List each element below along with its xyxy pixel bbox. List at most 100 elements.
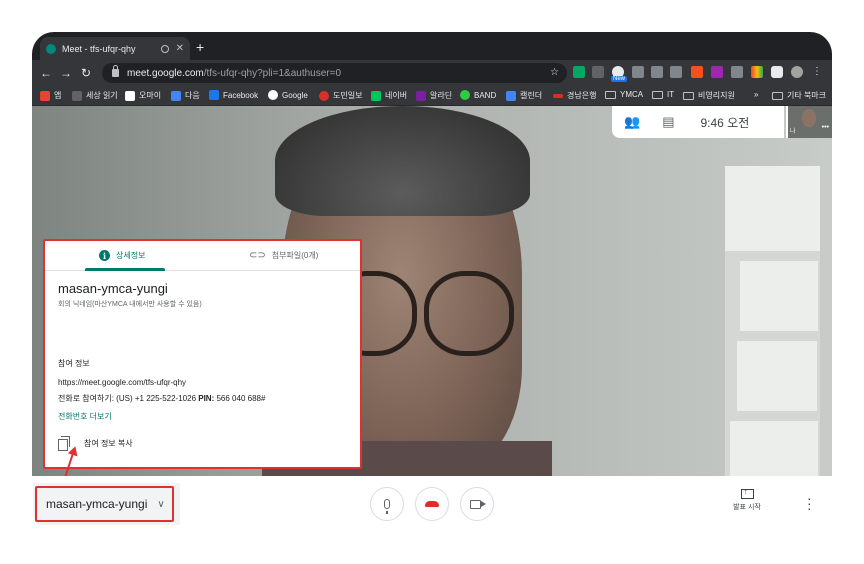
folder-icon bbox=[772, 91, 783, 100]
self-view-face bbox=[802, 109, 816, 127]
self-view-more-icon[interactable]: ••• bbox=[822, 124, 829, 131]
back-button[interactable]: ← bbox=[36, 66, 56, 80]
present-now-button[interactable]: 발표 시작 bbox=[727, 487, 767, 512]
people-icon[interactable]: 👥 bbox=[624, 114, 640, 130]
active-tab-indicator bbox=[85, 268, 165, 271]
hang-up-button[interactable] bbox=[415, 487, 449, 521]
apps-grid-icon bbox=[40, 90, 50, 101]
extension-icon[interactable] bbox=[592, 66, 604, 78]
microphone-button[interactable] bbox=[370, 487, 404, 521]
tab-strip: Meet - tfs-ufqr-qhy ✕ + bbox=[32, 32, 832, 60]
new-tab-button[interactable]: + bbox=[196, 39, 204, 55]
bookmark-item[interactable]: 캘린더 bbox=[506, 90, 542, 101]
bookmark-item[interactable]: Google bbox=[268, 90, 308, 100]
bookmark-item[interactable]: 도민일보 bbox=[319, 90, 362, 101]
glasses-right-lens bbox=[424, 271, 514, 356]
meet-bottom-bar: masan-ymca-yungi ∨ 발표 시작 ··· bbox=[32, 476, 832, 532]
bookmarks-overflow-button[interactable]: » bbox=[754, 90, 758, 99]
extension-icon[interactable] bbox=[711, 66, 723, 78]
evernote-extension-icon[interactable] bbox=[573, 66, 585, 78]
reload-button[interactable]: ↻ bbox=[76, 66, 96, 80]
extension-icon[interactable] bbox=[691, 66, 703, 78]
bookmark-item[interactable]: 오마이 bbox=[125, 90, 161, 101]
bookmark-item[interactable]: 네이버 bbox=[371, 90, 407, 101]
band-icon bbox=[460, 90, 470, 100]
hang-up-icon bbox=[425, 501, 439, 507]
tab-details[interactable]: i 상세정보 bbox=[99, 250, 145, 261]
bookmark-favicon-icon bbox=[125, 90, 135, 101]
meet-top-right-bar: 👥 ▤ 9:46 오전 bbox=[612, 106, 784, 138]
bookmark-item[interactable]: Facebook bbox=[209, 90, 258, 100]
camera-icon bbox=[469, 499, 481, 509]
pin-value: 566 040 688# bbox=[216, 394, 266, 403]
facebook-icon bbox=[209, 90, 219, 100]
bookmark-star-icon[interactable]: ☆ bbox=[550, 67, 559, 78]
bookmark-item[interactable]: 경남은행 bbox=[553, 90, 596, 101]
join-phone: 전화로 참여하기: (US) +1 225-522-1026 PIN: 566 … bbox=[58, 393, 265, 404]
folder-icon bbox=[605, 90, 616, 99]
browser-window: Meet - tfs-ufqr-qhy ✕ + ← → ↻ meet.googl… bbox=[32, 32, 832, 532]
more-phone-numbers-link[interactable]: 전화번호 더보기 bbox=[58, 411, 112, 422]
bookmark-folder[interactable]: IT bbox=[652, 90, 674, 99]
participant-hair bbox=[275, 106, 530, 216]
new-badge: New bbox=[611, 76, 628, 82]
panel-tabs: i 상세정보 ⊂⊃ 첨부파일(0개) bbox=[45, 241, 360, 271]
info-icon: i bbox=[99, 250, 110, 261]
other-bookmarks-folder[interactable]: 기타 북마크 bbox=[772, 90, 826, 101]
microphone-icon bbox=[384, 499, 390, 514]
extensions-puzzle-icon[interactable] bbox=[771, 66, 783, 78]
extension-icon[interactable] bbox=[751, 66, 763, 78]
chat-icon[interactable]: ▤ bbox=[662, 114, 674, 130]
bookmark-favicon-icon bbox=[553, 93, 563, 98]
tab-attachments-label: 첨부파일(0개) bbox=[271, 251, 319, 260]
extension-icon[interactable] bbox=[632, 66, 644, 78]
bookmark-item[interactable]: 다음 bbox=[171, 90, 200, 101]
recording-indicator-icon bbox=[160, 44, 169, 53]
forward-button[interactable]: → bbox=[56, 66, 76, 80]
copy-join-info-label: 참여 정보 복사 bbox=[84, 438, 133, 448]
camera-button[interactable] bbox=[460, 487, 494, 521]
more-options-icon[interactable]: · · · bbox=[807, 491, 812, 515]
join-info-heading: 참여 정보 bbox=[58, 359, 90, 368]
extension-icon[interactable] bbox=[731, 66, 743, 78]
self-view-label: 나 bbox=[790, 129, 796, 135]
bookmark-item[interactable]: 알라딘 bbox=[416, 90, 452, 101]
tab-details-label: 상세정보 bbox=[116, 251, 146, 260]
annotation-highlight-box bbox=[35, 486, 174, 522]
join-url: https://meet.google.com/tfs-ufqr-qhy bbox=[58, 378, 187, 387]
tab-close-icon[interactable]: ✕ bbox=[176, 43, 184, 54]
tab-title: Meet - tfs-ufqr-qhy bbox=[62, 43, 136, 54]
self-view-tile[interactable]: 나 ••• bbox=[786, 106, 832, 138]
url-path: /tfs-ufqr-qhy?pli=1&authuser=0 bbox=[203, 67, 342, 79]
bookmark-folder[interactable]: YMCA bbox=[605, 90, 643, 99]
bookmark-favicon-icon bbox=[171, 90, 181, 101]
folder-icon bbox=[683, 91, 694, 100]
url-host: meet.google.com bbox=[127, 67, 204, 79]
bookmark-item[interactable]: BAND bbox=[460, 90, 496, 100]
bookmark-favicon-icon bbox=[72, 90, 82, 101]
present-now-label: 발표 시작 bbox=[733, 504, 761, 511]
naver-icon bbox=[371, 90, 381, 101]
extension-icon[interactable] bbox=[670, 66, 682, 78]
copy-icon bbox=[58, 436, 70, 451]
folder-icon bbox=[652, 90, 663, 99]
bookmarks-bar: 앱 세상 읽기 오마이 다음 Facebook Google 도민일보 네이버 … bbox=[32, 86, 832, 106]
profile-avatar[interactable] bbox=[791, 66, 803, 78]
paperclip-icon: ⊂⊃ bbox=[249, 250, 266, 261]
meet-favicon-icon bbox=[46, 43, 56, 54]
present-screen-icon bbox=[740, 487, 754, 499]
meeting-nickname-caption: 회의 닉네임(마산YMCA 내에서만 사용할 수 있음) bbox=[58, 301, 202, 308]
bookmark-folder[interactable]: 비영리지원 bbox=[683, 90, 735, 101]
address-bar[interactable]: meet.google.com /tfs-ufqr-qhy?pli=1&auth… bbox=[102, 63, 567, 83]
tab-attachments[interactable]: ⊂⊃ 첨부파일(0개) bbox=[249, 250, 318, 261]
clock-time: 9:46 오전 bbox=[700, 115, 750, 130]
extension-icon[interactable] bbox=[651, 66, 663, 78]
browser-menu-icon[interactable]: ⋮ bbox=[807, 66, 827, 77]
bookmark-apps[interactable]: 앱 bbox=[40, 90, 61, 101]
pin-label: PIN: bbox=[198, 394, 215, 403]
meeting-nickname: masan-ymca-yungi bbox=[58, 281, 168, 296]
browser-tab[interactable]: Meet - tfs-ufqr-qhy ✕ bbox=[40, 37, 190, 60]
calendar-icon bbox=[506, 90, 516, 101]
bookmark-favicon-icon bbox=[416, 90, 426, 101]
bookmark-item[interactable]: 세상 읽기 bbox=[72, 90, 118, 101]
